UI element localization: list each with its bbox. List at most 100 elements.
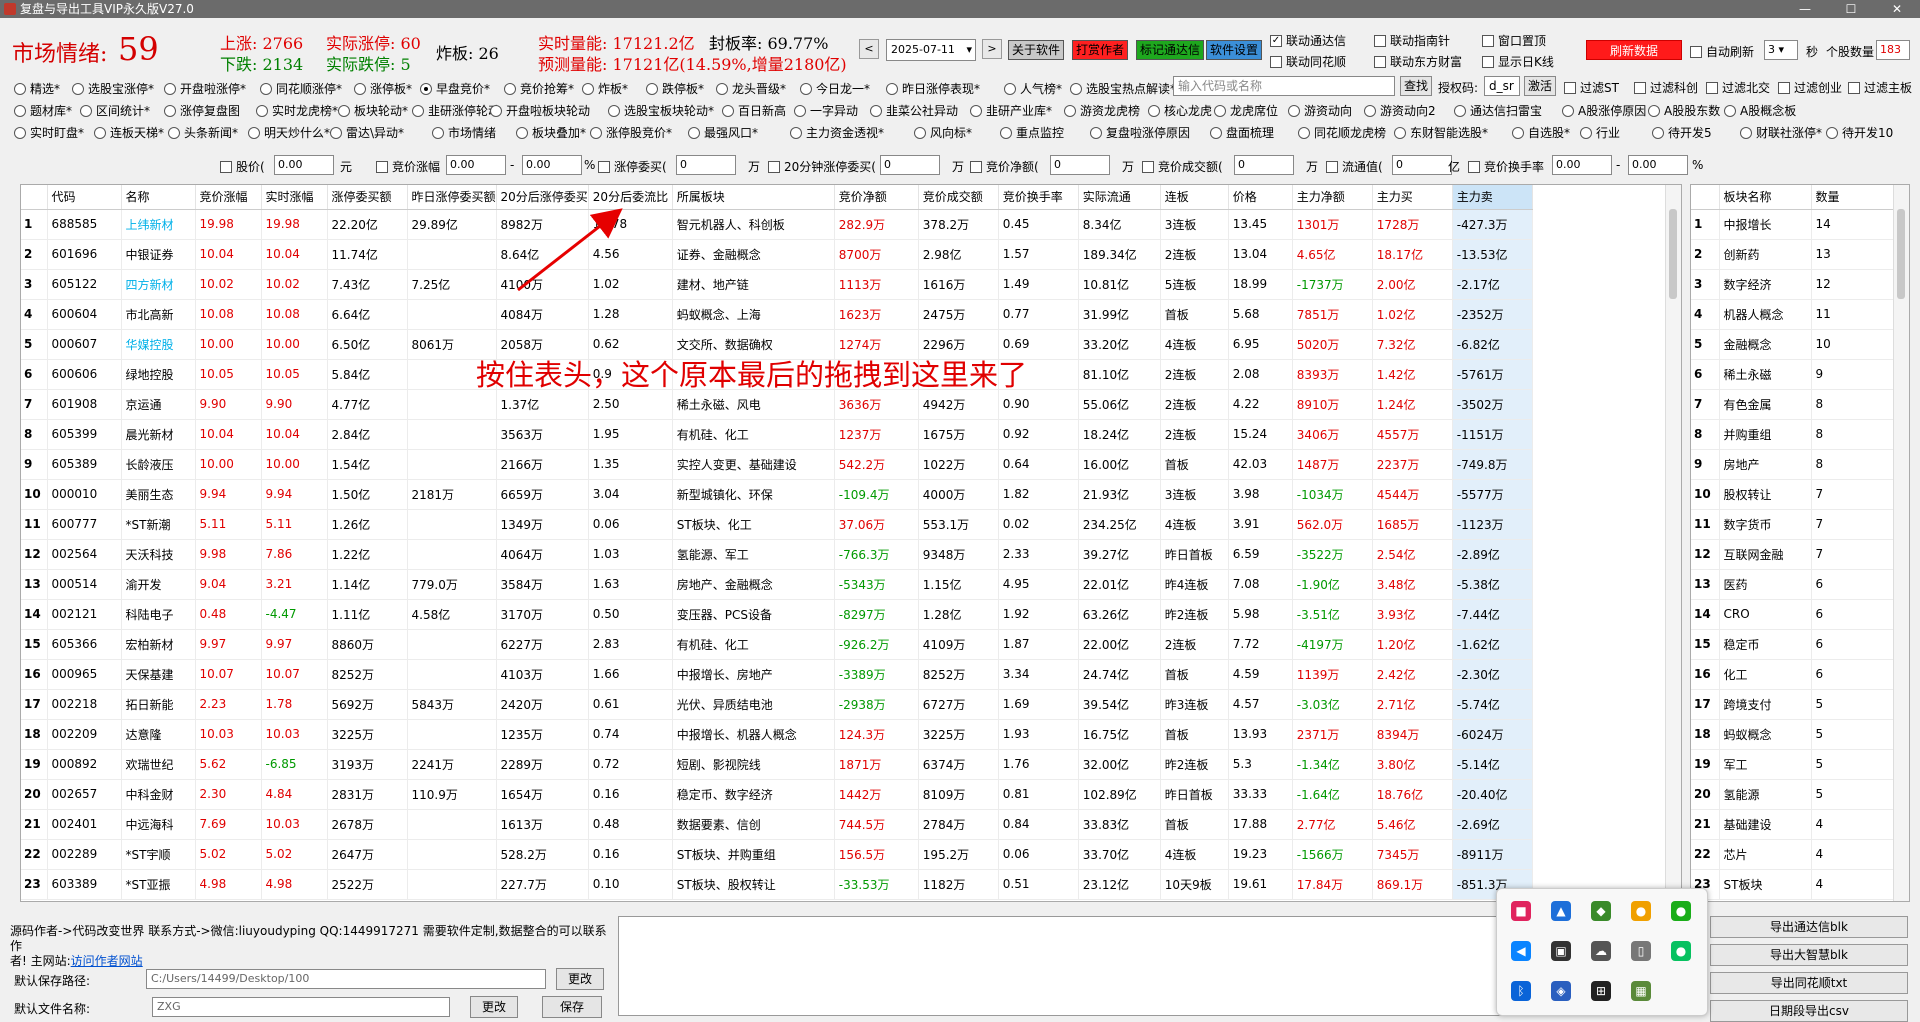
filter-toggle[interactable]: 股价( [220, 158, 265, 175]
column-header[interactable]: 竞价成交额 [918, 185, 999, 210]
maximize-icon[interactable]: ☐ [1828, 0, 1874, 18]
module-tab-1-16[interactable]: 游资动向2 [1364, 102, 1436, 119]
close-icon[interactable]: ✕ [1874, 0, 1920, 18]
module-tab-1-19[interactable]: A股股东数 [1648, 102, 1720, 119]
module-tab-2-2[interactable]: 头条新闻* [168, 124, 238, 141]
table-scrollbar[interactable] [1665, 185, 1681, 901]
module-tab-2-17[interactable]: 行业 [1580, 124, 1620, 141]
filter-number-input[interactable]: 0 [676, 155, 736, 175]
module-tab-1-18[interactable]: A股涨停原因 [1562, 102, 1646, 119]
column-header[interactable] [1691, 185, 1720, 210]
nvidia-icon[interactable]: ◆ [1591, 901, 1611, 921]
module-tab-0-3[interactable]: 同花顺涨停* [260, 80, 342, 97]
module-tab-0-12[interactable]: 人气榜* [1004, 80, 1062, 97]
module-tab-1-13[interactable]: 核心龙虎 [1148, 102, 1212, 119]
module-tab-1-6[interactable]: 开盘啦板块轮动 [490, 102, 590, 119]
table-row[interactable]: 2 601696 中银证券 10.04 10.04 11.74亿 8.64亿 4.56 证券、金… [21, 239, 1533, 270]
sector-row[interactable]: 1 中报增长 14 [1691, 209, 1896, 240]
table-row[interactable]: 19 000892 欢瑞世纪 5.62 -6.85 3193万 2241万 2289万 0.72… [21, 749, 1533, 780]
table-row[interactable]: 18 002209 达意隆 10.03 10.03 3225万 1235万 0.74 中报增长、… [21, 719, 1533, 750]
module-tab-0-0[interactable]: 精选* [14, 80, 60, 97]
column-header[interactable] [21, 185, 48, 210]
column-header[interactable]: 20分后涨停委买 [496, 185, 589, 210]
link-ths-checkbox[interactable]: 联动同花顺 [1270, 53, 1346, 70]
module-tab-0-9[interactable]: 龙头晋级* [716, 80, 786, 97]
module-tab-1-20[interactable]: A股概念板 [1724, 102, 1796, 119]
interval-select[interactable]: 3 ▾ [1764, 40, 1798, 60]
sector-row[interactable]: 18 蚂蚁概念 5 [1691, 719, 1896, 750]
sector-row[interactable]: 21 基础建设 4 [1691, 809, 1896, 840]
shield-icon[interactable]: ◈ [1551, 981, 1571, 1001]
sector-row[interactable]: 3 数字经济 12 [1691, 269, 1896, 300]
filter-checkbox-1[interactable]: 过滤科创 [1634, 79, 1698, 96]
cloud-icon[interactable]: ☁ [1591, 941, 1611, 961]
module-tab-1-0[interactable]: 题材库* [14, 102, 72, 119]
module-tab-1-3[interactable]: 实时龙虎榜* [256, 102, 338, 119]
filter-checkbox-3[interactable]: 过滤创业 [1778, 79, 1842, 96]
sector-row[interactable]: 13 医药 6 [1691, 569, 1896, 600]
window-top-checkbox[interactable]: 窗口置顶 [1482, 32, 1546, 49]
sector-row[interactable]: 4 机器人概念 11 [1691, 299, 1896, 330]
wechat-icon[interactable]: ● [1671, 941, 1691, 961]
column-header[interactable]: 主力买 [1372, 185, 1453, 210]
filter-checkbox-4[interactable]: 过滤主板 [1848, 79, 1912, 96]
module-tab-0-4[interactable]: 涨停板* [354, 80, 412, 97]
sector-row[interactable]: 17 跨境支付 5 [1691, 689, 1896, 720]
filter-toggle[interactable]: 涨停委买( [598, 158, 667, 175]
author-site-link[interactable]: 访问作者网站 [71, 954, 143, 968]
module-tab-1-2[interactable]: 涨停复盘图 [164, 102, 240, 119]
column-header[interactable]: 涨停委买额 [327, 185, 408, 210]
module-tab-2-19[interactable]: 财联社涨停* [1740, 124, 1822, 141]
filter-number-input[interactable]: 0.00 [274, 155, 334, 175]
column-header[interactable]: 实际流通 [1078, 185, 1161, 210]
column-header[interactable]: 板块名称 [1719, 185, 1812, 210]
app-tray-icon[interactable]: ▲ [1551, 901, 1571, 921]
column-header[interactable]: 价格 [1228, 185, 1293, 210]
module-tab-2-15[interactable]: 东财智能选股* [1394, 124, 1488, 141]
column-header[interactable]: 实时涨幅 [261, 185, 328, 210]
module-tab-2-4[interactable]: 雷达\异动* [330, 124, 404, 141]
module-tab-2-12[interactable]: 复盘啦涨停原因 [1090, 124, 1190, 141]
app-tray-icon[interactable]: ■ [1511, 901, 1531, 921]
link-dfcf-checkbox[interactable]: 联动东方财富 [1374, 53, 1462, 70]
table-row[interactable]: 22 002289 *ST宇顺 5.02 5.02 2647万 528.2万 0.16 ST板块… [21, 839, 1533, 870]
export-dzh-button[interactable]: 导出大智慧blk [1710, 944, 1908, 966]
column-header[interactable]: 连板 [1160, 185, 1229, 210]
column-header[interactable]: 名称 [121, 185, 196, 210]
sector-row[interactable]: 20 氢能源 5 [1691, 779, 1896, 810]
module-tab-1-4[interactable]: 板块轮动* [338, 102, 408, 119]
filter-toggle[interactable]: 20分钟涨停委买( [768, 158, 876, 175]
sector-row[interactable]: 11 数字货币 7 [1691, 509, 1896, 540]
activate-button[interactable]: 激活 [1524, 76, 1556, 96]
date-picker[interactable]: 2025-07-11 ▾ [886, 39, 976, 61]
module-tab-1-7[interactable]: 选股宝板块轮动* [608, 102, 714, 119]
module-tab-1-12[interactable]: 游资龙虎榜 [1064, 102, 1140, 119]
change-path-button[interactable]: 更改 [556, 968, 604, 990]
column-header[interactable]: 竞价涨幅 [195, 185, 262, 210]
mark-tdx-button[interactable]: 标记通达信 [1136, 40, 1205, 60]
change-name-button[interactable]: 更改 [470, 996, 518, 1018]
link-znz-checkbox[interactable]: 联动指南针 [1374, 32, 1450, 49]
module-tab-2-13[interactable]: 盘面梳理 [1210, 124, 1274, 141]
table-row[interactable]: 3 605122 四方新材 10.02 10.02 7.43亿 7.25亿 4100万 1.02… [21, 269, 1533, 300]
column-header[interactable]: 竞价净额 [834, 185, 919, 210]
qq-icon[interactable]: ● [1631, 901, 1651, 921]
export-ths-button[interactable]: 导出同花顺txt [1710, 972, 1908, 994]
table-row[interactable]: 10 000010 美丽生态 9.94 9.94 1.50亿 2181万 6659万 3.04 新… [21, 479, 1533, 510]
prev-date-button[interactable]: < [859, 39, 879, 59]
stock-table[interactable]: 代码 名称 竞价涨幅 实时涨幅 涨停委买额 昨日涨停委买额 20分后涨停委买 20分后委流比所… [20, 184, 1682, 902]
module-tab-1-5[interactable]: 韭研涨停轮动 [412, 102, 500, 119]
table-row[interactable]: 15 605366 宏柏新材 9.97 9.97 8860万 6227万 2.83 有机硅、化工… [21, 629, 1533, 660]
module-tab-2-8[interactable]: 最强风口* [688, 124, 758, 141]
module-tab-1-9[interactable]: 一字异动 [794, 102, 858, 119]
sector-row[interactable]: 15 稳定币 6 [1691, 629, 1896, 660]
filter-checkbox-0[interactable]: 过滤ST [1564, 79, 1619, 96]
filter-number-input[interactable]: 0.00 [522, 155, 582, 175]
search-button[interactable]: 查找 [1400, 76, 1432, 96]
stock-count[interactable]: 183 [1876, 40, 1910, 60]
table-row[interactable]: 20 002657 中科金财 2.30 4.84 2831万 110.9万 1654万 0.16… [21, 779, 1533, 810]
table-row[interactable]: 13 000514 渝开发 9.04 3.21 1.14亿 779.0万 3584万 1.63 房… [21, 569, 1533, 600]
module-tab-2-18[interactable]: 待开发5 [1652, 124, 1712, 141]
filter-toggle[interactable]: 竞价涨幅 [376, 158, 440, 175]
auto-refresh-checkbox[interactable]: 自动刷新 [1690, 43, 1754, 60]
